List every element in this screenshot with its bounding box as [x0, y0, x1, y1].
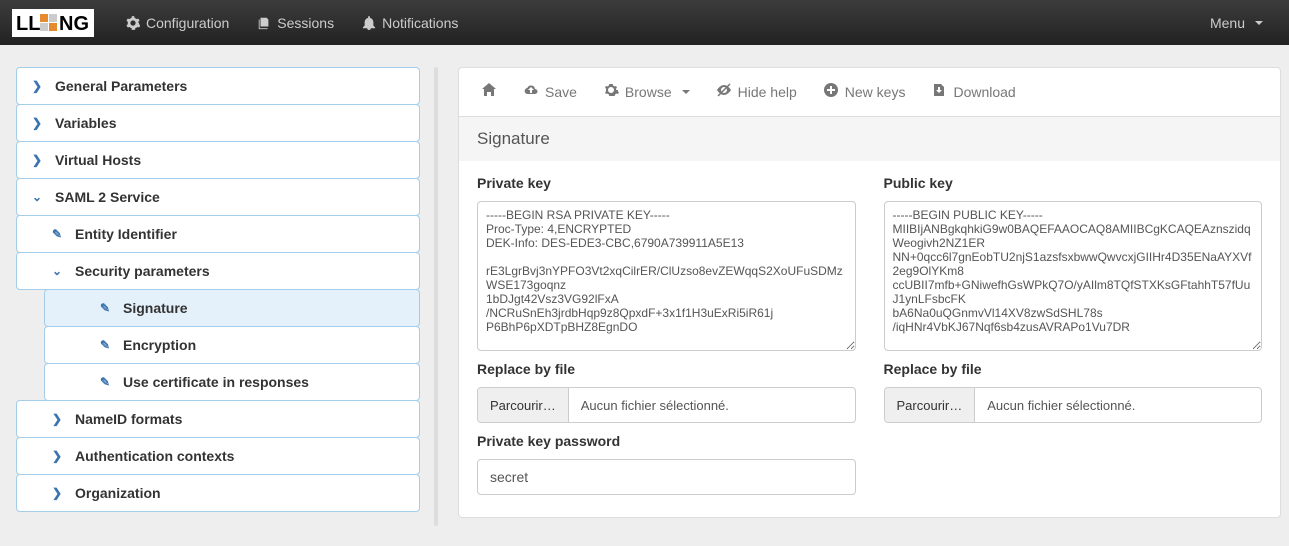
home-button[interactable] — [481, 82, 497, 102]
file-browse-button[interactable]: Parcourir… — [478, 388, 569, 422]
tree-virtual-hosts[interactable]: ❯ Virtual Hosts — [16, 141, 420, 179]
new-keys-label: New keys — [845, 84, 906, 100]
public-key-label: Public key — [884, 175, 1263, 191]
gear-icon — [126, 16, 140, 30]
replace-by-file-label-2: Replace by file — [884, 361, 1263, 377]
tree-label: Variables — [55, 115, 117, 131]
home-icon — [481, 82, 497, 102]
tree-label: SAML 2 Service — [55, 189, 160, 205]
private-key-textarea[interactable] — [477, 201, 856, 351]
hide-help-button[interactable]: Hide help — [716, 82, 797, 102]
splitter[interactable] — [434, 67, 438, 526]
download-label: Download — [953, 84, 1015, 100]
tree-label: Virtual Hosts — [55, 152, 141, 168]
nav-configuration-label: Configuration — [146, 15, 229, 31]
replace-by-file-label: Replace by file — [477, 361, 856, 377]
copy-icon — [257, 16, 271, 30]
tree-signature[interactable]: ✎ Signature — [44, 289, 420, 327]
cloud-upload-icon — [523, 82, 539, 102]
tree-variables[interactable]: ❯ Variables — [16, 104, 420, 142]
pencil-icon: ✎ — [99, 338, 111, 352]
private-key-password-label: Private key password — [477, 433, 856, 449]
svg-text:LL: LL — [16, 13, 40, 35]
chevron-down-icon — [1255, 21, 1263, 25]
config-tree: ❯ General Parameters ❯ Variables ❯ Virtu… — [16, 67, 420, 511]
tree-label: Use certificate in responses — [123, 374, 309, 390]
bell-icon — [362, 16, 376, 30]
private-key-label: Private key — [477, 175, 856, 191]
chevron-right-icon: ❯ — [31, 153, 43, 167]
nav-menu[interactable]: Menu — [1196, 0, 1277, 45]
tree-label: Organization — [75, 485, 161, 501]
toolbar: Save Browse Hide help — [459, 68, 1280, 116]
brand-logo[interactable]: LL NG — [12, 9, 94, 37]
file-none-text: Aucun fichier sélectionné. — [975, 388, 1261, 422]
tree-organization[interactable]: ❯ Organization — [16, 474, 420, 512]
nav-configuration[interactable]: Configuration — [112, 0, 243, 45]
public-key-textarea[interactable] — [884, 201, 1263, 351]
private-key-password-input[interactable] — [477, 459, 856, 495]
chevron-right-icon: ❯ — [31, 79, 43, 93]
tree-label: Encryption — [123, 337, 196, 353]
pencil-icon: ✎ — [99, 375, 111, 389]
nav-notifications-label: Notifications — [382, 15, 458, 31]
tree-encryption[interactable]: ✎ Encryption — [44, 326, 420, 364]
private-key-file-input[interactable]: Parcourir… Aucun fichier sélectionné. — [477, 387, 856, 423]
eye-close-icon — [716, 82, 732, 102]
new-keys-button[interactable]: New keys — [823, 82, 906, 102]
top-navbar: LL NG Configuration Sessions Notificatio… — [0, 0, 1289, 45]
save-button[interactable]: Save — [523, 82, 577, 102]
public-key-file-input[interactable]: Parcourir… Aucun fichier sélectionné. — [884, 387, 1263, 423]
tree-label: Signature — [123, 300, 188, 316]
chevron-down-icon: ⌄ — [31, 190, 43, 204]
svg-text:NG: NG — [59, 13, 89, 35]
browse-label: Browse — [625, 84, 672, 100]
chevron-right-icon: ❯ — [31, 116, 43, 130]
tree-entity-identifier[interactable]: ✎ Entity Identifier — [16, 215, 420, 253]
browse-button[interactable]: Browse — [603, 82, 690, 102]
tree-use-certificate[interactable]: ✎ Use certificate in responses — [44, 363, 420, 401]
chevron-right-icon: ❯ — [51, 412, 63, 426]
chevron-right-icon: ❯ — [51, 449, 63, 463]
section-title: Signature — [459, 116, 1280, 161]
plus-circle-icon — [823, 82, 839, 102]
file-browse-button[interactable]: Parcourir… — [885, 388, 976, 422]
pencil-icon: ✎ — [99, 301, 111, 315]
download-icon — [931, 82, 947, 102]
hide-help-label: Hide help — [738, 84, 797, 100]
tree-label: Authentication contexts — [75, 448, 234, 464]
tree-label: Security parameters — [75, 263, 210, 279]
tree-security-parameters[interactable]: ⌄ Security parameters — [16, 252, 420, 290]
file-none-text: Aucun fichier sélectionné. — [569, 388, 855, 422]
nav-sessions[interactable]: Sessions — [243, 0, 348, 45]
tree-saml2-service[interactable]: ⌄ SAML 2 Service — [16, 178, 420, 216]
tree-general-parameters[interactable]: ❯ General Parameters — [16, 67, 420, 105]
nav-notifications[interactable]: Notifications — [348, 0, 472, 45]
pencil-icon: ✎ — [51, 227, 63, 241]
chevron-down-icon — [682, 90, 690, 94]
tree-label: NameID formats — [75, 411, 182, 427]
download-button[interactable]: Download — [931, 82, 1015, 102]
tree-label: Entity Identifier — [75, 226, 177, 242]
nav-menu-label: Menu — [1210, 15, 1245, 31]
tree-nameid-formats[interactable]: ❯ NameID formats — [16, 400, 420, 438]
gear-icon — [603, 82, 619, 102]
chevron-down-icon: ⌄ — [51, 264, 63, 278]
chevron-right-icon: ❯ — [51, 486, 63, 500]
tree-label: General Parameters — [55, 78, 187, 94]
tree-authentication-contexts[interactable]: ❯ Authentication contexts — [16, 437, 420, 475]
nav-sessions-label: Sessions — [277, 15, 334, 31]
save-label: Save — [545, 84, 577, 100]
